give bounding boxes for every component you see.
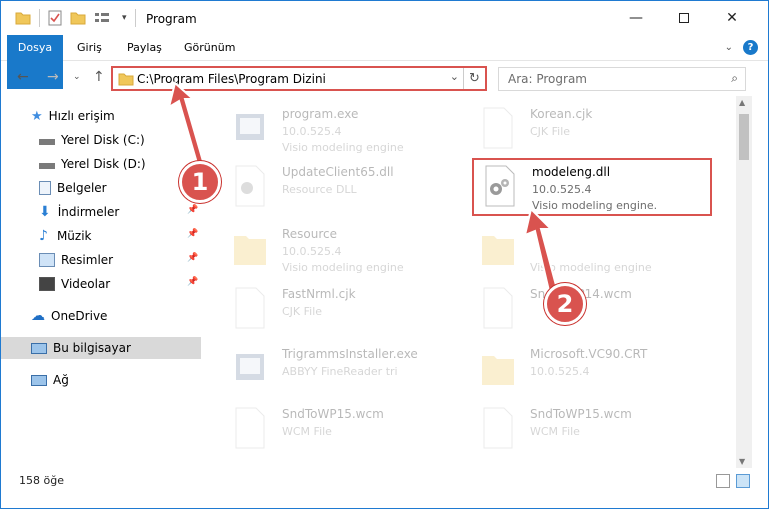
arrow-two — [523, 207, 559, 293]
annotation-arrows — [167, 81, 559, 293]
explorer-window: ▾ Program — ✕ Dosya Giriş Paylaş Görünüm… — [0, 0, 769, 509]
callout-one: 1 — [179, 161, 221, 203]
callout-two: 2 — [544, 283, 586, 325]
